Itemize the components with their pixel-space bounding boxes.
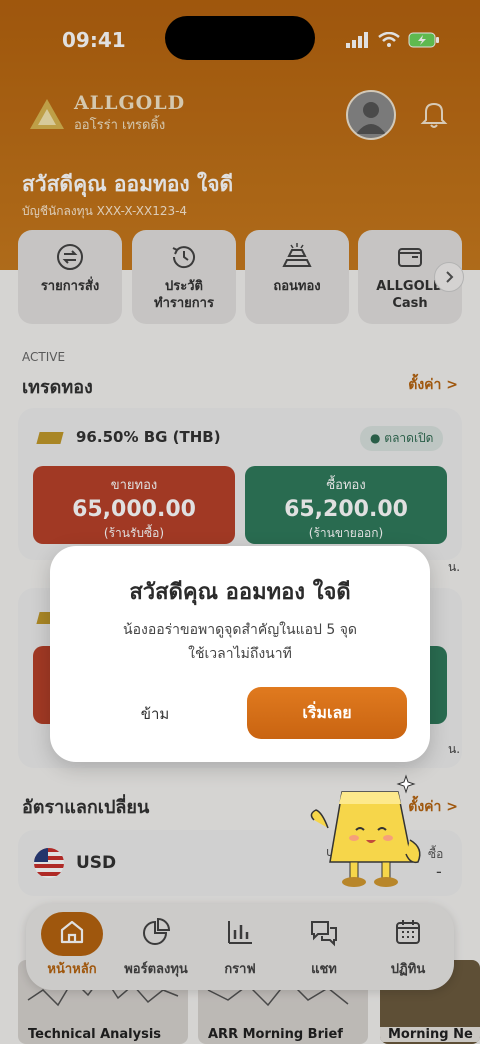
modal-body: น้องออร่าขอพาดูจุดสำคัญในแอป 5 จุด ใช้เว… — [70, 618, 410, 666]
skip-button[interactable]: ข้าม — [110, 702, 200, 726]
modal-body-line: ใช้เวลาไม่ถึงนาที — [188, 646, 292, 662]
modal-title: สวัสดีคุณ ออมทอง ใจดี — [129, 580, 351, 605]
start-button[interactable]: เริ่มเลย — [247, 687, 407, 739]
gold-bar-mascot-icon — [310, 774, 421, 887]
onboarding-modal: สวัสดีคุณ ออมทอง ใจดี น้องออร่าขอพาดูจุด… — [50, 546, 430, 762]
modal-body-line: น้องออร่าขอพาดูจุดสำคัญในแอป 5 จุด — [123, 622, 357, 638]
